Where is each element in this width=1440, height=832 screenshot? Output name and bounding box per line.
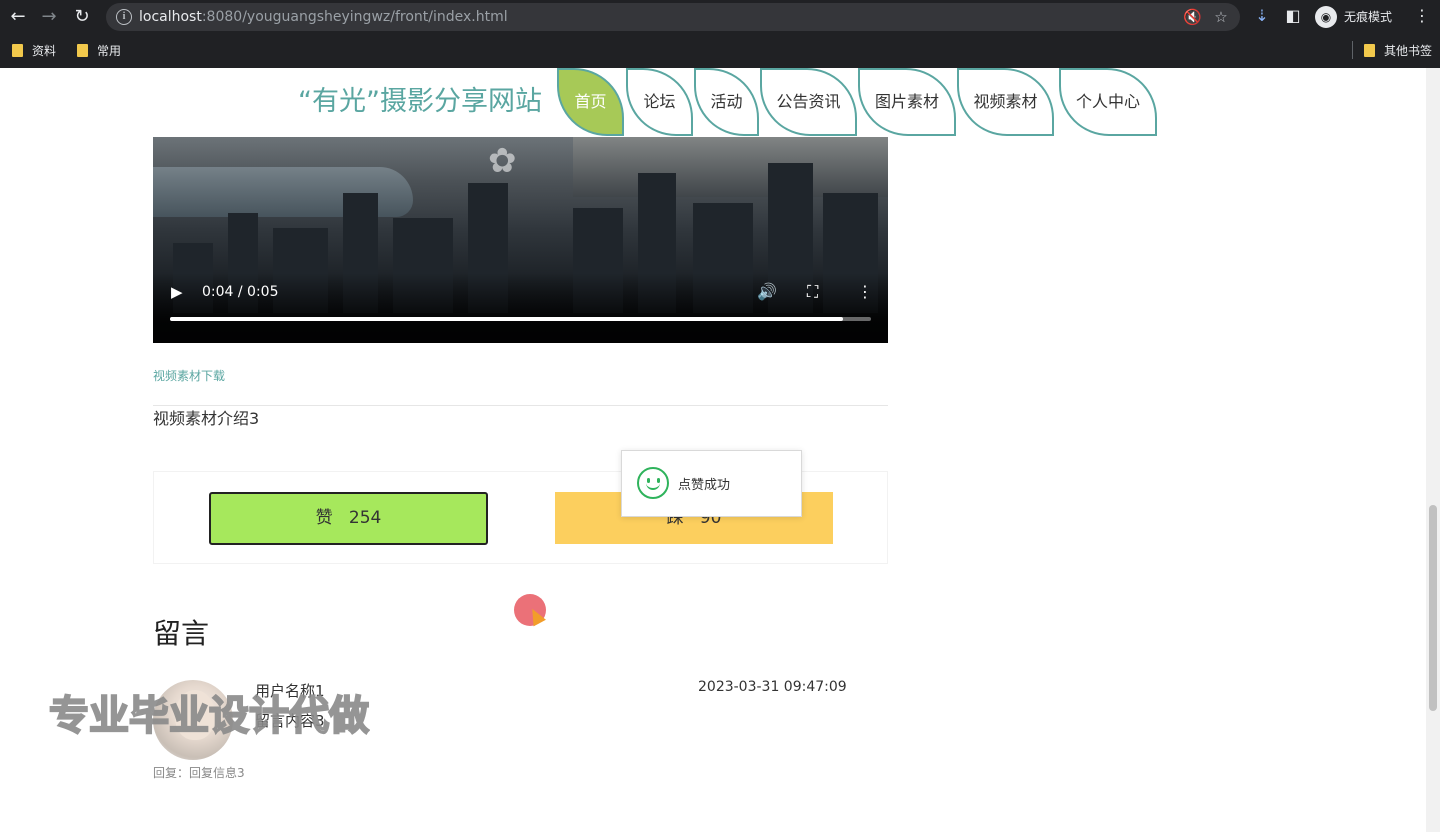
fullscreen-icon[interactable]: ⛶ [807,282,818,302]
comment-reply: 回复：回复信息3 [153,766,245,780]
nav-forum[interactable]: 论坛 [626,68,693,136]
like-button[interactable]: 赞 254 [209,492,488,545]
bookmarks-bar: 资料 常用 其他书签 [0,36,1440,66]
forward-icon[interactable]: → [37,5,61,29]
site-info-icon[interactable]: i [116,9,132,25]
back-icon[interactable]: ← [6,5,30,29]
nav-home[interactable]: 首页 [557,68,624,136]
video-download-link[interactable]: 视频素材下载 [153,367,225,384]
success-toast: 点赞成功 [621,450,802,517]
page-viewport: “有光”摄影分享网站 首页 论坛 活动 公告资讯 图片素材 视频素材 个人中心 … [0,68,1440,832]
video-frame-sky [573,137,888,197]
incognito-icon: ◉ [1315,6,1337,28]
side-panel-icon[interactable]: ◧ [1282,5,1304,27]
divider [153,405,888,406]
video-progress-fill [170,317,843,321]
site-permission-icon[interactable]: 🔇 [1183,8,1202,26]
nav-activity[interactable]: 活动 [694,68,759,136]
nav-personal[interactable]: 个人中心 [1059,68,1157,136]
video-progress-bar[interactable] [170,317,871,321]
nav-videos[interactable]: 视频素材 [957,68,1054,136]
bookmark-folder-ziliao[interactable]: 资料 [12,42,56,60]
video-time: 0:04 / 0:05 [202,284,279,300]
incognito-badge[interactable]: ◉ 无痕模式 [1313,4,1425,30]
more-options-icon[interactable]: ⋮ [857,282,873,302]
address-row: ← → ↻ i localhost:8080/youguangsheyingwz… [0,0,1440,34]
watermark-overlay: 专业毕业设计代做 [48,692,370,740]
incognito-label: 无痕模式 [1344,10,1393,24]
other-bookmarks[interactable]: 其他书签 [1364,42,1432,60]
download-icon[interactable]: ⇣ [1251,5,1273,27]
video-intro: 视频素材介绍3 [153,409,260,428]
bookmark-folder-changyong[interactable]: 常用 [77,42,121,60]
page-scrollbar[interactable] [1426,68,1440,832]
browser-chrome: ← → ↻ i localhost:8080/youguangsheyingwz… [0,0,1440,68]
bookmarks-divider [1352,41,1353,59]
url-text[interactable]: localhost:8080/youguangsheyingwz/front/i… [139,8,508,26]
folder-icon [77,44,88,57]
play-icon[interactable]: ▶ [171,282,183,302]
site-title: “有光”摄影分享网站 [298,86,542,117]
toast-message: 点赞成功 [678,478,731,493]
video-player[interactable]: ✿ ▶ 0:04 / 0:05 🔊 ⛶ ⋮ [153,137,888,343]
folder-icon [1364,44,1375,57]
smile-icon [637,467,669,499]
bookmark-star-icon[interactable]: ☆ [1212,8,1230,26]
reload-icon[interactable]: ↻ [70,5,94,29]
menu-icon[interactable]: ⋮ [1411,5,1433,27]
comments-title: 留言 [153,617,210,650]
video-frame-calligraphy: ✿ [488,141,517,181]
address-bar[interactable]: i localhost:8080/youguangsheyingwz/front… [106,3,1240,31]
nav-news[interactable]: 公告资讯 [760,68,857,136]
scrollbar-thumb[interactable] [1429,505,1437,711]
folder-icon [12,44,23,57]
comment-time: 2023-03-31 09:47:09 [698,679,847,695]
nav-images[interactable]: 图片素材 [858,68,956,136]
volume-icon[interactable]: 🔊 [757,282,777,302]
site-header: “有光”摄影分享网站 首页 论坛 活动 公告资讯 图片素材 视频素材 个人中心 [0,68,1426,137]
